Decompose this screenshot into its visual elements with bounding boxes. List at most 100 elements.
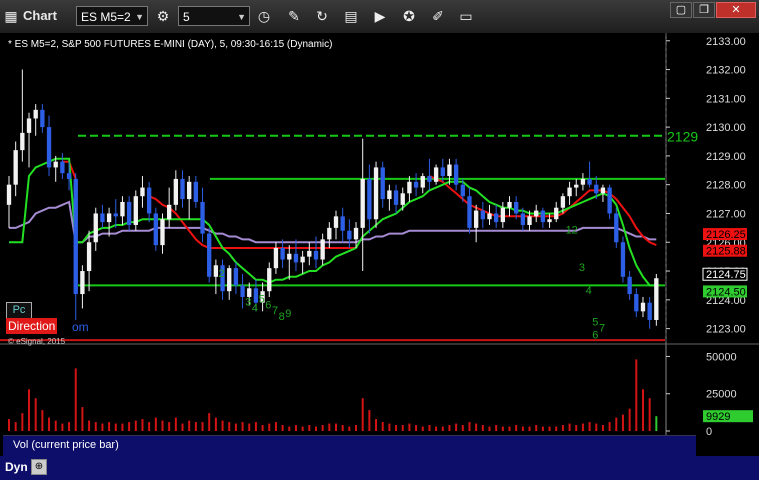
candle-body	[307, 250, 312, 257]
candle-body	[280, 248, 285, 260]
symbol-dropdown-icon[interactable]: ▼	[135, 7, 144, 27]
interval-dropdown-icon[interactable]: ▼	[237, 7, 246, 27]
candle-body	[393, 190, 399, 205]
candle-body	[6, 184, 12, 205]
candle-body	[607, 187, 612, 214]
candle-body	[166, 204, 172, 220]
candle-body	[647, 302, 652, 320]
legend-pc: Pc	[6, 302, 32, 319]
count-label: 4	[252, 302, 258, 314]
vol-tick-label: 0	[706, 426, 712, 438]
play-icon[interactable]: ▶	[370, 6, 390, 26]
refresh-icon[interactable]: ↻	[312, 6, 332, 26]
candle-body	[233, 268, 239, 286]
candle-body	[253, 288, 259, 303]
candle-body	[380, 167, 385, 200]
candle-body	[327, 227, 332, 240]
candle-body	[600, 187, 606, 194]
candle-body	[53, 161, 58, 168]
candle-body	[360, 178, 365, 228]
candle-body	[547, 219, 552, 223]
chart-background	[0, 33, 759, 456]
candle-body	[173, 178, 179, 205]
candle-body	[146, 187, 152, 214]
candle-body	[193, 181, 199, 202]
candle-body	[540, 210, 546, 223]
candle-body	[40, 109, 45, 128]
candle-body	[407, 181, 412, 194]
toolbar: ▦ Chart ES M5=2 ▼ ⚙ 5 ▼ ◷ ✎ ↻ ▤ ▶ ✪ ✐ ▭ …	[0, 0, 759, 34]
candle-body	[473, 210, 479, 228]
candle-body	[614, 213, 619, 243]
candle-body	[13, 150, 18, 185]
candle-body	[634, 294, 639, 312]
status-bar: Dyn ⊕	[0, 456, 759, 480]
count-label: 6	[592, 330, 598, 342]
count-label: 12	[566, 225, 578, 237]
pencil-icon[interactable]: ✎	[284, 6, 304, 26]
count-label: 3	[245, 297, 251, 309]
candle-body	[333, 216, 339, 228]
candle-body	[80, 271, 85, 295]
pin-icon[interactable]: ✪	[399, 6, 419, 26]
candle-body	[73, 178, 78, 295]
chart-header: * ES M5=2, S&P 500 FUTURES E-MINI (DAY),…	[8, 39, 332, 50]
candle-body	[126, 201, 132, 225]
candle-body	[320, 239, 325, 260]
candle-body	[493, 213, 499, 223]
candle-body	[120, 201, 125, 217]
candle-body	[460, 184, 465, 197]
candle-body	[467, 196, 472, 228]
candle-body	[213, 265, 219, 277]
app-icon: ▦	[4, 8, 18, 24]
candle-body	[293, 253, 299, 263]
symbol-input[interactable]: ES M5=2 ▼	[76, 6, 148, 26]
candle-body	[554, 207, 559, 220]
candle-body	[106, 213, 112, 223]
candle-body	[433, 167, 439, 182]
candle-body	[594, 184, 599, 194]
candle-body	[453, 164, 459, 185]
price-tick-label: 2129.00	[706, 151, 746, 163]
price-tick-label: 2130.00	[706, 122, 746, 134]
candle-body	[527, 216, 532, 225]
candle-body	[313, 250, 319, 260]
count-label: 5	[592, 317, 598, 329]
candle-body	[93, 213, 98, 243]
count-label: 7	[272, 305, 278, 317]
count-label: 3	[579, 262, 585, 274]
status-label: Dyn	[5, 460, 28, 474]
comment-icon[interactable]: ▭	[456, 6, 476, 26]
candle-body	[207, 233, 212, 277]
candle-body	[373, 167, 379, 220]
restore-button[interactable]: ❐	[693, 2, 715, 18]
candle-body	[160, 219, 165, 246]
candle-body	[427, 176, 432, 182]
app-title: Chart	[23, 8, 57, 23]
price-tick-label: 2127.00	[706, 208, 746, 220]
interval-input[interactable]: 5 ▼	[178, 6, 250, 26]
zoom-icon[interactable]: ⊕	[31, 459, 47, 475]
restore-icon[interactable]: ▢	[670, 2, 692, 18]
candle-body	[187, 181, 192, 200]
candle-body	[514, 201, 519, 214]
candle-body	[140, 187, 145, 197]
candle-body	[447, 164, 452, 177]
vol-tick-label: 50000	[706, 351, 737, 363]
studies-icon[interactable]: ▤	[341, 6, 361, 26]
eraser-icon[interactable]: ✐	[428, 6, 448, 26]
candle-body	[46, 127, 52, 168]
count-label: 8	[279, 311, 285, 323]
vol-marker-label: 9929	[706, 411, 730, 423]
candle-body	[534, 210, 539, 217]
price-tick-label: 2132.00	[706, 65, 746, 77]
clock-icon[interactable]: ◷	[254, 6, 274, 26]
candle-body	[340, 216, 345, 231]
candle-body	[480, 210, 485, 220]
close-icon[interactable]: ✕	[716, 2, 756, 18]
price-chart[interactable]: 2133.00 2132.00 2131.00 2130.00 2129.00 2128.…	[0, 33, 759, 456]
link-settings-icon[interactable]: ⚙	[153, 6, 173, 26]
candle-body	[353, 227, 359, 240]
candle-body	[287, 253, 292, 260]
price-tick-label: 2133.00	[706, 36, 746, 48]
